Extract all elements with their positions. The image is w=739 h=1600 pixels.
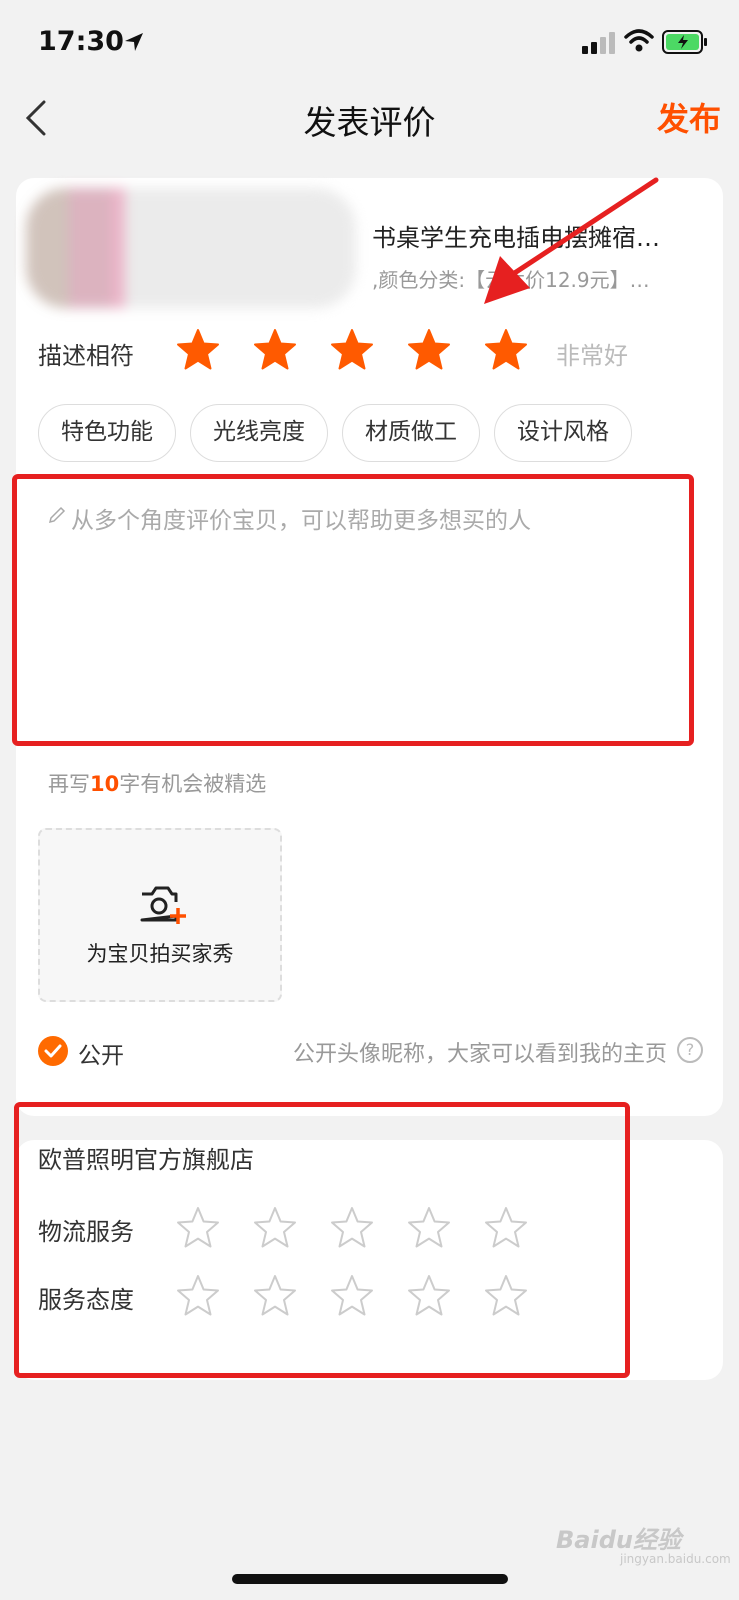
status-bar: 17:30 [0,0,739,90]
check-icon [44,1044,62,1058]
star-filled-icon[interactable] [176,328,220,372]
hint-text: 再写10字有机会被精选 [48,768,266,798]
review-placeholder: 从多个角度评价宝贝，可以帮助更多想买的人 [71,508,531,534]
pencil-icon [48,506,66,524]
page-title: 发表评价 [303,103,436,142]
annotation-arrow-icon [484,177,659,304]
star-filled-icon[interactable] [330,328,374,372]
product-image [26,188,356,308]
hint-suffix: 字有机会被精选 [119,772,267,796]
star-empty-icon[interactable] [330,1274,374,1318]
tag-design[interactable]: 设计风格 [494,404,632,462]
hint-count: 10 [90,772,120,796]
star-filled-icon[interactable] [407,328,451,372]
tag-brightness[interactable]: 光线亮度 [190,404,328,462]
add-photo-button[interactable]: 为宝贝拍买家秀 [38,828,282,1002]
publish-button[interactable]: 发布 [657,94,721,140]
service-attitude-label: 服务态度 [38,1286,134,1314]
star-empty-icon[interactable] [407,1206,451,1250]
review-textarea[interactable]: 从多个角度评价宝贝，可以帮助更多想买的人 [12,474,694,746]
star-empty-icon[interactable] [253,1274,297,1318]
rating-text: 非常好 [556,342,628,370]
home-indicator [232,1574,508,1584]
public-checkbox[interactable] [38,1036,68,1066]
rating-label: 描述相符 [38,342,134,370]
photo-label: 为宝贝拍买家秀 [86,942,234,966]
public-description: 公开头像昵称，大家可以看到我的主页 [292,1042,667,1067]
star-filled-icon[interactable] [253,328,297,372]
watermark-logo: Baidu经验 [556,1526,681,1554]
camera-add-icon [140,886,186,924]
tag-material[interactable]: 材质做工 [342,404,480,462]
shop-name: 欧普照明官方旗舰店 [38,1146,254,1174]
star-empty-icon[interactable] [176,1274,220,1318]
star-empty-icon[interactable] [484,1274,528,1318]
location-arrow-icon [125,33,143,51]
signal-icon [582,30,618,54]
star-empty-icon[interactable] [484,1206,528,1250]
star-empty-icon[interactable] [330,1206,374,1250]
public-label: 公开 [78,1043,124,1069]
star-empty-icon[interactable] [407,1274,451,1318]
status-time: 17:30 [38,26,124,57]
review-card: 书桌学生充电插电摆摊宿… ,颜色分类:【云木价12.9元】… 描述相符 非常好 … [12,178,723,1116]
logistics-label: 物流服务 [38,1218,134,1246]
star-filled-icon[interactable] [484,328,528,372]
wifi-icon [624,29,654,52]
battery-icon [662,30,707,54]
nav-bar: 发表评价 发布 [0,90,739,156]
tag-feature[interactable]: 特色功能 [38,404,176,462]
help-icon[interactable]: ? [677,1037,703,1063]
watermark-url: jingyan.baidu.com [620,1552,731,1566]
hint-prefix: 再写 [48,772,90,796]
star-empty-icon[interactable] [253,1206,297,1250]
star-empty-icon[interactable] [176,1206,220,1250]
